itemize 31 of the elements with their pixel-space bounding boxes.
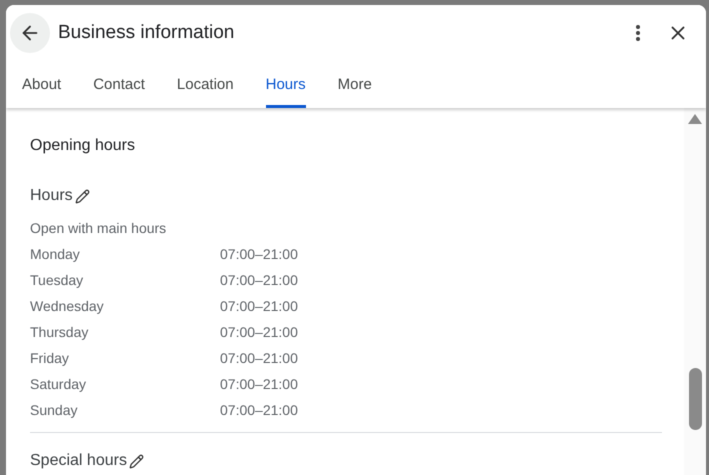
day-label: Monday [30, 245, 81, 264]
day-label: Saturday [30, 375, 88, 394]
hours-value: 07:00–21:00 [220, 271, 298, 290]
tab[interactable]: Hours [266, 61, 306, 108]
scroll-up-icon[interactable] [688, 114, 702, 124]
dialog-title: Business information [58, 20, 236, 45]
hours-status: Open with main hours [30, 219, 168, 238]
more-options-icon [636, 25, 640, 41]
day-label: Tuesday [30, 271, 84, 290]
day-label: Sunday [30, 401, 78, 420]
tab[interactable]: Location [176, 61, 234, 108]
day-label: Friday [30, 349, 70, 368]
hours-value: 07:00–21:00 [220, 323, 298, 342]
hours-value: 07:00–21:00 [220, 401, 298, 420]
section-title: Opening hours [30, 136, 136, 156]
tab[interactable]: More [338, 61, 372, 108]
back-button[interactable] [10, 13, 50, 53]
special-hours-heading: Special hours [30, 451, 127, 471]
hours-heading: Hours [30, 186, 73, 206]
hours-value: 07:00–21:00 [220, 245, 298, 264]
day-label: Thursday [30, 323, 90, 342]
tab[interactable]: Contact [93, 61, 145, 108]
scroll-thumb[interactable] [688, 368, 702, 430]
day-label: Wednesday [30, 297, 105, 316]
hours-value: 07:00–21:00 [220, 349, 298, 368]
scrollbar[interactable] [684, 108, 706, 475]
tab[interactable]: About [22, 61, 62, 108]
hours-value: 07:00–21:00 [220, 375, 298, 394]
hours-value: 07:00–21:00 [220, 297, 298, 316]
edit-icon[interactable] [128, 454, 144, 468]
edit-icon[interactable] [74, 188, 90, 204]
